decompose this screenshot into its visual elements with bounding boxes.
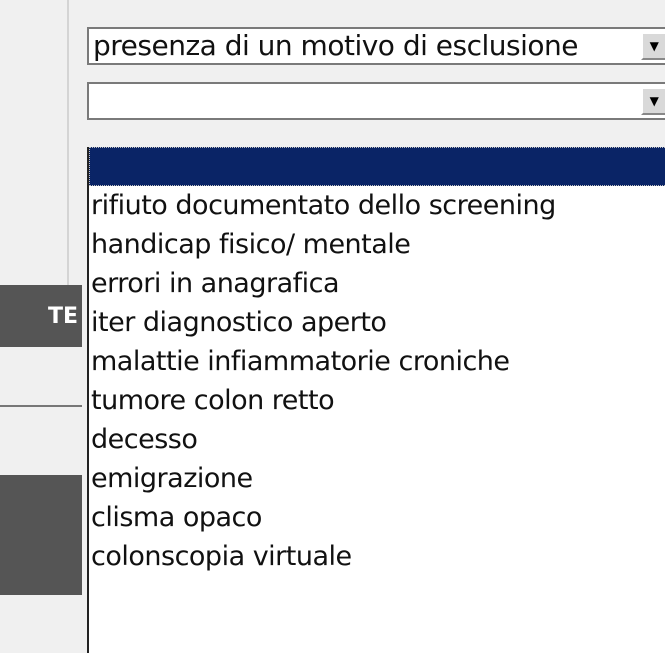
dropdown-option[interactable]: emigrazione: [89, 459, 665, 498]
dropdown-option[interactable]: malattie infiammatorie croniche: [89, 342, 665, 381]
side-tab[interactable]: TE: [0, 285, 82, 347]
dropdown-option[interactable]: decesso: [89, 420, 665, 459]
side-divider: [0, 405, 82, 407]
chevron-down-icon[interactable]: ▼: [641, 32, 665, 60]
dropdown-option[interactable]: clisma opaco: [89, 498, 665, 537]
detail-select[interactable]: ▼: [87, 82, 665, 120]
dropdown-option[interactable]: tumore colon retto: [89, 381, 665, 420]
side-tab-label: TE: [47, 303, 78, 329]
dropdown-option[interactable]: errori in anagrafica: [89, 264, 665, 303]
dropdown-option[interactable]: handicap fisico/ mentale: [89, 225, 665, 264]
reason-select[interactable]: presenza di un motivo di esclusione ▼: [87, 27, 665, 65]
dropdown-option[interactable]: iter diagnostico aperto: [89, 303, 665, 342]
dropdown-option-empty[interactable]: [89, 147, 665, 186]
detail-dropdown-list: rifiuto documentato dello screening hand…: [87, 147, 665, 653]
side-panel-block: [0, 475, 82, 595]
chevron-down-icon[interactable]: ▼: [641, 87, 665, 115]
dropdown-option[interactable]: colonscopia virtuale: [89, 537, 665, 576]
reason-select-value: presenza di un motivo di esclusione: [93, 29, 578, 62]
vertical-divider: [67, 0, 69, 290]
dropdown-option[interactable]: rifiuto documentato dello screening: [89, 186, 665, 225]
